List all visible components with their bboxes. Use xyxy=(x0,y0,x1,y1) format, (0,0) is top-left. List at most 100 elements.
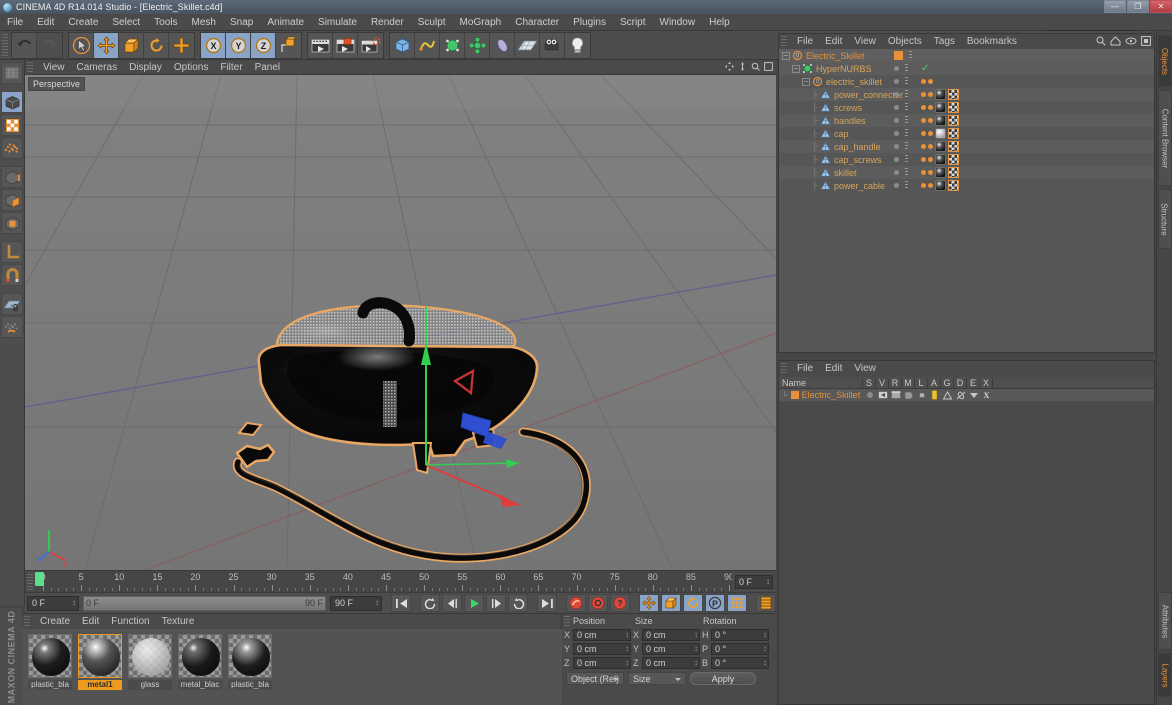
timeline-ruler[interactable]: 0 5 10 15 20 25 30 35 40 45 50 55 60 65 70 75 80 85 90 xyxy=(35,570,732,593)
object-manager-grip[interactable] xyxy=(781,36,787,47)
record-position-button[interactable] xyxy=(639,594,659,612)
material-preview[interactable] xyxy=(128,634,172,678)
viewport-menu-display[interactable]: Display xyxy=(123,60,168,75)
render-visibility-dots[interactable] xyxy=(905,181,908,190)
world-axis-button[interactable] xyxy=(1,241,23,263)
menu-item-sculpt[interactable]: Sculpt xyxy=(411,14,453,31)
object-menu-file[interactable]: File xyxy=(791,34,819,49)
tag-dot-icon[interactable] xyxy=(921,105,926,110)
render-region-button[interactable] xyxy=(333,32,358,58)
maximize-icon[interactable] xyxy=(764,62,773,71)
position-y-field[interactable]: 0 cm xyxy=(573,642,631,655)
world-object-coords-button[interactable] xyxy=(276,32,301,58)
add-environment-button[interactable] xyxy=(515,32,540,58)
render-visibility-dots[interactable] xyxy=(905,64,908,73)
cell-g[interactable] xyxy=(941,390,954,400)
record-active-objects-button[interactable] xyxy=(566,594,586,612)
restore-button[interactable]: ❐ xyxy=(1127,0,1149,13)
model-mode-button[interactable] xyxy=(1,91,23,113)
material-preview[interactable] xyxy=(228,634,272,678)
material-menu-edit[interactable]: Edit xyxy=(76,614,105,629)
play-button[interactable] xyxy=(464,594,484,612)
menu-item-render[interactable]: Render xyxy=(364,14,411,31)
rotate-tool-button[interactable] xyxy=(144,32,169,58)
cell-d[interactable] xyxy=(954,391,967,400)
render-visibility-dots[interactable] xyxy=(905,155,908,164)
menu-item-simulate[interactable]: Simulate xyxy=(311,14,364,31)
add-array-button[interactable] xyxy=(465,32,490,58)
object-tree-label-group[interactable]: ├ cap_handle xyxy=(812,140,881,153)
object-tree-label-group[interactable]: ├ cap_screws xyxy=(812,153,882,166)
cell-l[interactable] xyxy=(915,391,928,399)
object-axis-mode-button[interactable] xyxy=(1,212,23,234)
tag-dot-icon[interactable] xyxy=(928,105,933,110)
viewport-menu-options[interactable]: Options xyxy=(168,60,214,75)
menu-item-animate[interactable]: Animate xyxy=(260,14,311,31)
close-button[interactable]: ✕ xyxy=(1150,0,1172,13)
structure-menu-file[interactable]: File xyxy=(791,361,819,376)
enabled-check-icon[interactable]: ✓ xyxy=(921,63,929,74)
scale-tool-button[interactable] xyxy=(119,32,144,58)
render-visibility-dots[interactable] xyxy=(905,168,908,177)
pan-icon[interactable] xyxy=(725,62,734,71)
frame-icon[interactable] xyxy=(1141,36,1151,46)
render-visibility-dots[interactable] xyxy=(905,129,908,138)
expand-collapse-icon[interactable]: – xyxy=(802,77,810,86)
add-tool-button[interactable] xyxy=(169,32,194,58)
go-to-next-key-button[interactable] xyxy=(508,594,528,612)
tag-dot-icon[interactable] xyxy=(921,144,926,149)
material-item[interactable]: plastic_bla xyxy=(228,634,272,705)
object-visibility-dots[interactable] xyxy=(894,116,908,125)
viewport-menu-filter[interactable]: Filter xyxy=(214,60,248,75)
cell-e[interactable] xyxy=(967,391,980,399)
material-item[interactable]: metal1 xyxy=(78,634,122,705)
material-item[interactable]: glass xyxy=(128,634,172,705)
object-menu-tags[interactable]: Tags xyxy=(928,34,961,49)
select-tool-button[interactable] xyxy=(69,32,94,58)
render-visibility-dots[interactable] xyxy=(905,90,908,99)
material-tag-icon[interactable] xyxy=(935,154,946,165)
object-visibility-dots[interactable] xyxy=(894,181,908,190)
viewport-3d-canvas[interactable]: X xyxy=(25,75,776,570)
viewport-menu-view[interactable]: View xyxy=(37,60,71,75)
object-visibility-dots[interactable] xyxy=(894,129,908,138)
viewport-menu-panel[interactable]: Panel xyxy=(249,60,287,75)
editor-visibility-dot[interactable] xyxy=(894,131,899,136)
tag-dot-icon[interactable] xyxy=(921,131,926,136)
structure-menu-edit[interactable]: Edit xyxy=(819,361,848,376)
eye-icon[interactable] xyxy=(1125,37,1137,45)
editor-visibility-dot[interactable] xyxy=(894,92,899,97)
tab-objects[interactable]: Objects xyxy=(1157,35,1172,87)
object-tree-row[interactable]: –0 electric_skillet xyxy=(779,75,1154,88)
object-visibility-dots[interactable] xyxy=(894,155,908,164)
render-visibility-dots[interactable] xyxy=(909,51,912,60)
structure-row-name-cell[interactable]: └ Electric_Skillet xyxy=(779,390,863,400)
add-deformer-button[interactable] xyxy=(490,32,515,58)
uvw-tag-icon[interactable] xyxy=(948,89,959,100)
tag-dot-icon[interactable] xyxy=(928,118,933,123)
material-menu-texture[interactable]: Texture xyxy=(156,614,201,629)
viewport-menu-grip[interactable] xyxy=(27,61,33,73)
material-tag-icon[interactable] xyxy=(935,102,946,113)
make-editable-button[interactable] xyxy=(1,62,23,84)
render-visibility-dots[interactable] xyxy=(905,142,908,151)
material-tag-icon[interactable] xyxy=(935,128,946,139)
tag-dot-icon[interactable] xyxy=(928,92,933,97)
render-visibility-dots[interactable] xyxy=(905,116,908,125)
material-item[interactable]: metal_blac xyxy=(178,634,222,705)
keyframe-selection-button[interactable]: ? xyxy=(610,594,630,612)
tag-dot-icon[interactable] xyxy=(921,183,926,188)
cell-m[interactable] xyxy=(902,391,915,400)
record-scale-button[interactable] xyxy=(661,594,681,612)
lock-x-button[interactable]: X xyxy=(201,32,226,58)
structure-body[interactable] xyxy=(779,401,1154,704)
object-tree-row[interactable]: – HyperNURBS ✓ xyxy=(779,62,1154,75)
animation-start-field[interactable]: 0 F xyxy=(27,595,79,611)
add-spline-button[interactable] xyxy=(415,32,440,58)
object-tree-label-group[interactable]: –0 Electric_Skillet xyxy=(782,49,865,62)
add-camera-button[interactable] xyxy=(540,32,565,58)
editor-visibility-dot[interactable] xyxy=(894,79,899,84)
tag-dot-icon[interactable] xyxy=(928,157,933,162)
timeline-grip[interactable] xyxy=(27,573,33,590)
tag-dot-icon[interactable] xyxy=(928,144,933,149)
